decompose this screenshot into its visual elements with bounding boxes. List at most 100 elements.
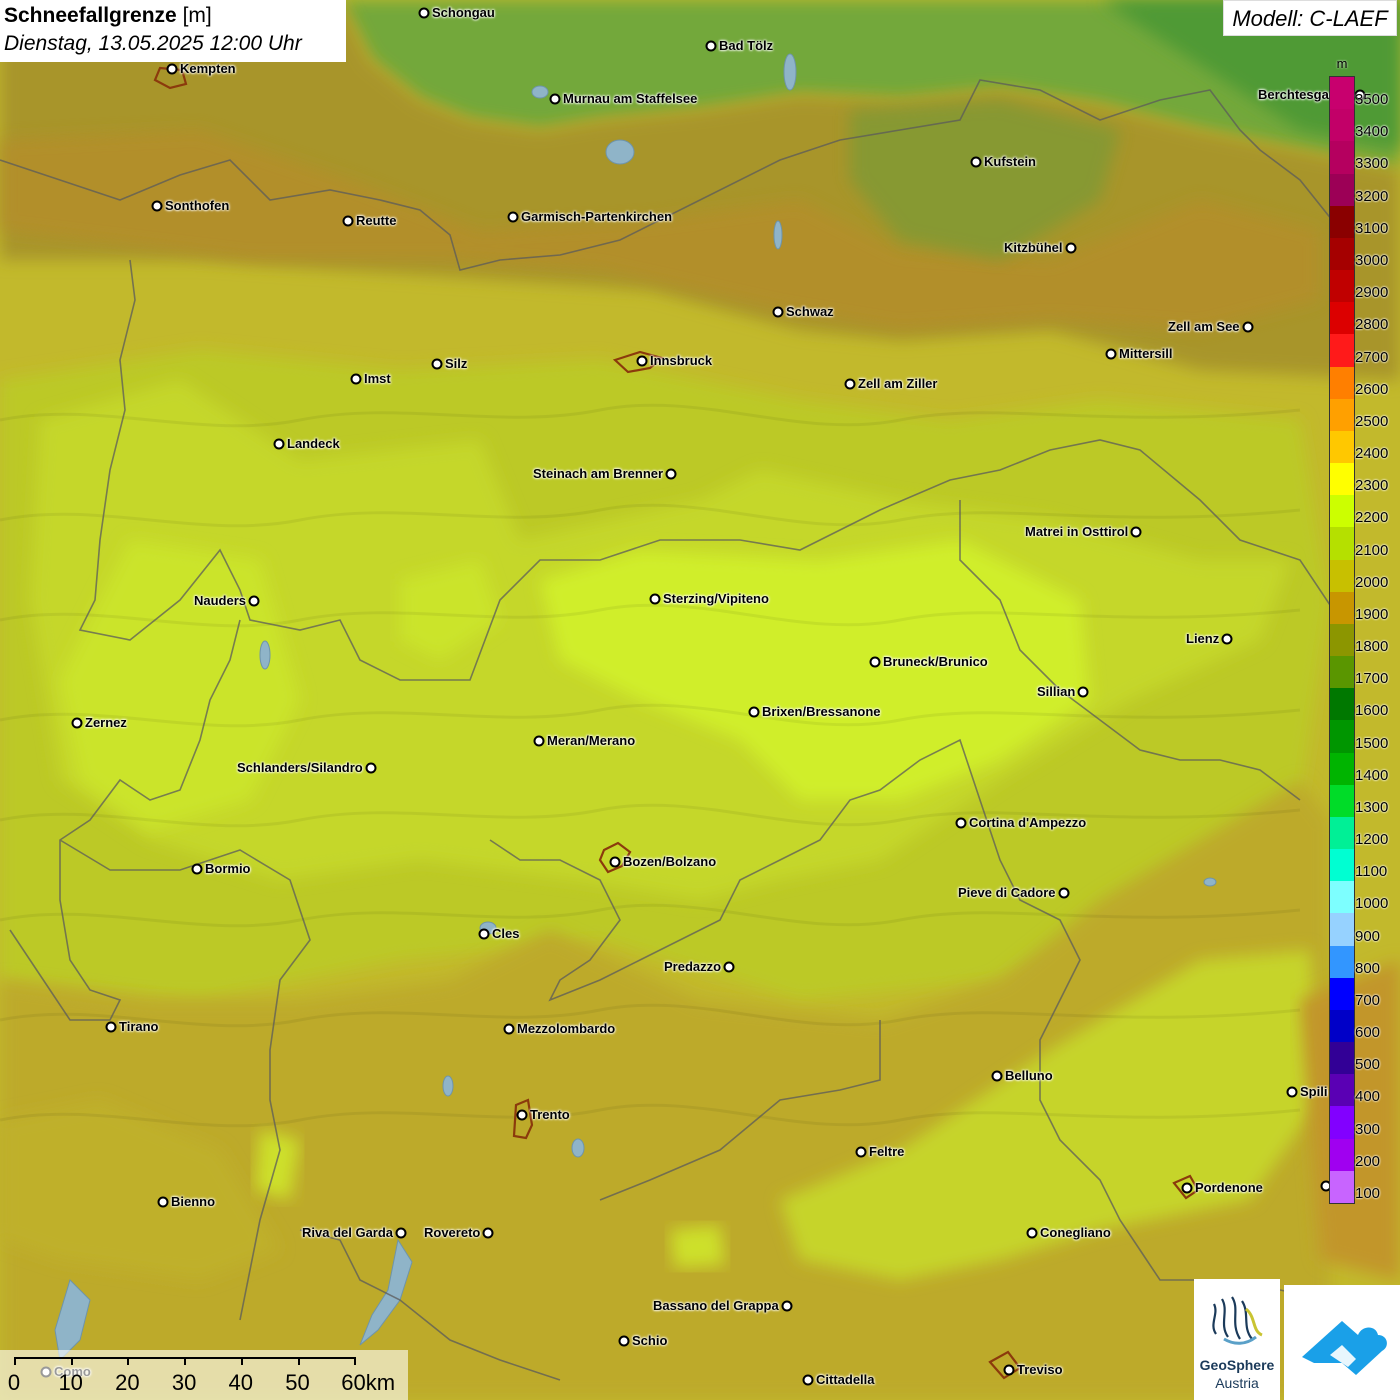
legend-label: 500 <box>1355 1056 1381 1074</box>
map-title: Schneefallgrenze [m] <box>4 2 342 30</box>
legend-swatch <box>1330 559 1354 593</box>
city-marker <box>533 735 545 747</box>
city-marker <box>772 306 784 318</box>
legend-label: 1800 <box>1355 638 1389 656</box>
legend-label: 1700 <box>1355 670 1389 688</box>
legend-swatch <box>1330 1074 1354 1107</box>
legend-label: 2100 <box>1355 541 1389 559</box>
legend-label: 2700 <box>1355 348 1389 366</box>
geosphere-name: GeoSphere <box>1199 1357 1275 1373</box>
city-label: Silz <box>445 356 468 371</box>
city-label: Feltre <box>869 1144 905 1159</box>
legend-swatch <box>1330 173 1354 207</box>
scale-label: 60km <box>341 1370 396 1395</box>
legend-label: 100 <box>1355 1184 1381 1202</box>
legend-label: 1900 <box>1355 605 1389 623</box>
city-label: Rovereto <box>424 1225 481 1240</box>
city-label: Bormio <box>205 861 251 876</box>
city-label: Kufstein <box>984 154 1036 169</box>
legend-swatch <box>1330 977 1354 1011</box>
legend-label: 1400 <box>1355 766 1389 784</box>
city-label: Pieve di Cadore <box>958 885 1056 900</box>
legend-label: 2800 <box>1355 316 1389 334</box>
city-marker <box>609 856 621 868</box>
legend-swatch <box>1330 495 1354 528</box>
scale-label: 20 <box>115 1370 140 1395</box>
legend-swatch <box>1330 688 1354 721</box>
legend-label: 3000 <box>1355 251 1389 269</box>
legend-label: 200 <box>1355 1152 1381 1170</box>
city-marker <box>649 593 661 605</box>
legend-swatch <box>1330 527 1354 561</box>
city-marker <box>157 1196 169 1208</box>
city-label: Landeck <box>287 436 340 451</box>
city-marker <box>151 200 163 212</box>
legend-swatch <box>1330 591 1354 625</box>
map-title-box: Schneefallgrenze [m] Dienstag, 13.05.202… <box>0 0 346 62</box>
legend-colorbar <box>1329 76 1355 1204</box>
city-marker <box>1065 242 1077 254</box>
geosphere-sub: Austria <box>1215 1375 1259 1391</box>
legend-label: 900 <box>1355 927 1381 945</box>
legend-label: 1300 <box>1355 798 1389 816</box>
city-label: Schio <box>632 1333 668 1348</box>
scale-label: 40 <box>228 1370 254 1395</box>
scale-label: 50 <box>285 1370 310 1395</box>
city-label: Bruneck/Brunico <box>883 654 988 669</box>
legend-label: 600 <box>1355 1024 1381 1042</box>
city-marker <box>482 1227 494 1239</box>
city-label: Kitzbühel <box>1004 240 1063 255</box>
legend-swatch <box>1330 881 1354 914</box>
cloud-logo[interactable] <box>1284 1285 1400 1400</box>
legend-label: 2200 <box>1355 509 1389 527</box>
geosphere-logo[interactable]: GeoSphere Austria <box>1194 1279 1280 1400</box>
city-marker <box>748 706 760 718</box>
legend-label: 3500 <box>1355 91 1389 109</box>
city-marker <box>705 40 717 52</box>
city-label: Trento <box>530 1107 570 1122</box>
legend-swatch <box>1330 109 1354 142</box>
city-marker <box>970 156 982 168</box>
city-label: Cittadella <box>816 1372 875 1387</box>
city-marker <box>1003 1364 1015 1376</box>
scale-label: 0 <box>7 1370 21 1395</box>
scale-tick <box>70 1357 73 1365</box>
city-label: Zernez <box>85 715 127 730</box>
city-marker <box>955 817 967 829</box>
legend-label: 2600 <box>1355 380 1389 398</box>
legend-label: 3300 <box>1355 155 1389 173</box>
city-label: Garmisch-Partenkirchen <box>521 209 673 224</box>
legend-swatch <box>1330 463 1354 496</box>
city-label: Tirano <box>119 1019 159 1034</box>
city-label: Kempten <box>180 61 236 76</box>
city-label: Steinach am Brenner <box>533 466 664 481</box>
legend-label: 3400 <box>1355 123 1389 141</box>
city-marker <box>516 1109 528 1121</box>
city-label: Reutte <box>356 213 397 228</box>
legend-swatch <box>1330 656 1354 689</box>
city-marker <box>166 63 178 75</box>
legend-label: 1600 <box>1355 702 1389 720</box>
legend-swatch <box>1330 1170 1354 1204</box>
city-label: Bozen/Bolzano <box>623 854 717 869</box>
snowline-map[interactable]: Schneefallgrenze [m] Dienstag, 13.05.202… <box>0 0 1400 1400</box>
city-marker <box>478 928 490 940</box>
city-marker <box>365 762 377 774</box>
city-marker <box>636 355 648 367</box>
scale-tick <box>297 1357 300 1365</box>
city-label: Murnau am Staffelsee <box>563 91 698 106</box>
legend-label: 3100 <box>1355 219 1389 237</box>
city-marker <box>418 7 430 19</box>
color-legend: m 3500 3400 3300 3200 3100 3000 2900 2800 2700 26… <box>1329 56 1399 1206</box>
legend-swatch <box>1330 205 1354 239</box>
legend-swatch <box>1330 1009 1354 1043</box>
city-marker <box>191 863 203 875</box>
legend-swatch <box>1330 334 1354 368</box>
city-marker <box>503 1023 515 1035</box>
legend-swatch <box>1330 849 1354 882</box>
city-label: Brixen/Bressanone <box>762 704 881 719</box>
city-label: Schlanders/Silandro <box>237 760 363 775</box>
legend-label: 2400 <box>1355 445 1389 462</box>
legend-swatch <box>1330 816 1354 850</box>
city-marker <box>71 717 83 729</box>
